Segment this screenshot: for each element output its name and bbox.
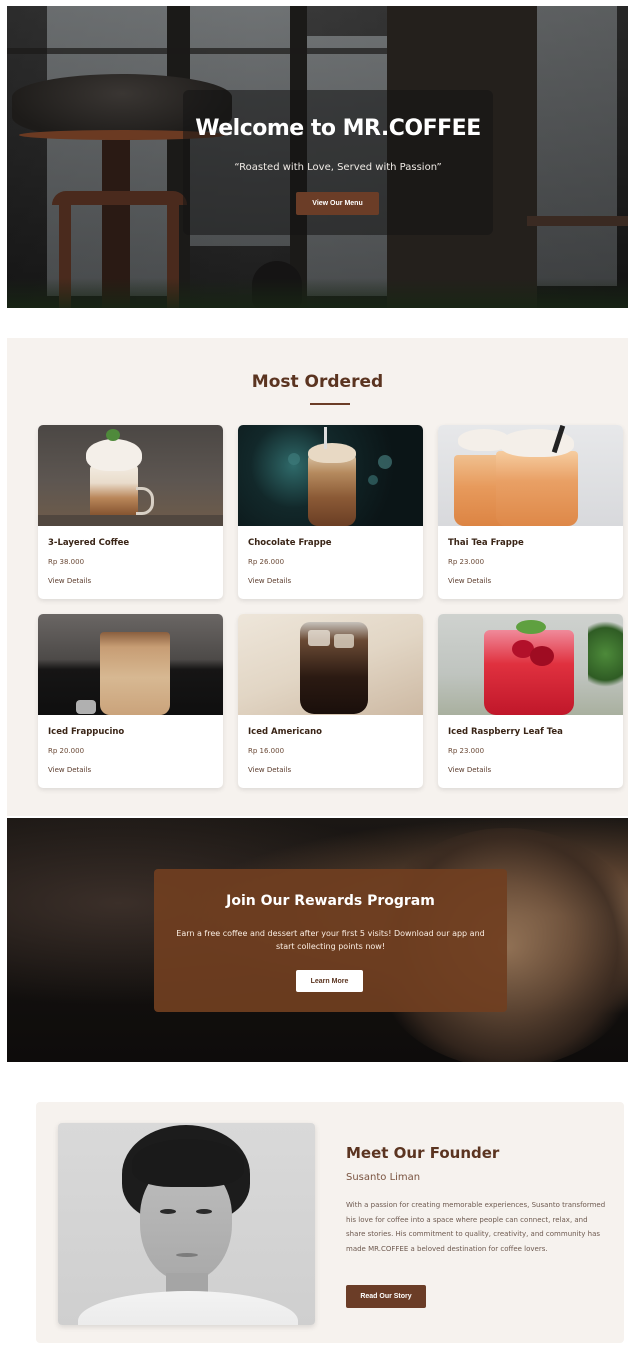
raspberry (530, 646, 554, 666)
view-details-link[interactable]: View Details (248, 766, 291, 774)
founder-fringe (132, 1139, 244, 1187)
learn-more-button[interactable]: Learn More (296, 970, 363, 992)
rewards-description: Earn a free coffee and dessert after you… (176, 929, 485, 951)
hero-title: Welcome to MR.COFFEE (195, 116, 481, 141)
rewards-section: Join Our Rewards Program Earn a free cof… (7, 818, 628, 1062)
window-frame (7, 48, 387, 54)
rewards-card: Join Our Rewards Program Earn a free cof… (154, 869, 507, 1012)
founder-mouth (176, 1253, 198, 1257)
product-price: Rp 38.000 (48, 558, 85, 566)
view-details-link[interactable]: View Details (448, 577, 491, 585)
window-frame (527, 216, 628, 226)
founder-bio: With a passion for creating memorable ex… (346, 1201, 606, 1253)
product-name: Iced Frappucino (48, 727, 125, 737)
product-price: Rp 20.000 (48, 747, 85, 755)
founder-photo (58, 1123, 315, 1325)
window-pane (537, 6, 617, 286)
product-name: Iced Americano (248, 727, 322, 737)
founder-shirt (78, 1291, 298, 1325)
ice-cube (334, 634, 354, 648)
product-image (438, 425, 623, 526)
view-menu-button[interactable]: View Our Menu (296, 192, 379, 215)
title-underline (310, 403, 350, 405)
bokeh-light (378, 455, 392, 469)
view-details-link[interactable]: View Details (448, 766, 491, 774)
founder-eye (160, 1209, 176, 1214)
product-card[interactable]: Chocolate Frappe Rp 26.000 View Details (238, 425, 423, 599)
product-price: Rp 23.000 (448, 747, 485, 755)
product-name: 3-Layered Coffee (48, 538, 130, 548)
hero-tagline: “Roasted with Love, Served with Passion” (234, 162, 442, 173)
whipped-cream (86, 439, 142, 471)
product-price: Rp 16.000 (248, 747, 285, 755)
product-price: Rp 23.000 (448, 558, 485, 566)
founder-title: Meet Our Founder (346, 1144, 500, 1162)
tea-glass (496, 451, 578, 526)
ice-cube (308, 630, 330, 646)
glass-handle (136, 487, 154, 515)
product-card[interactable]: Iced Americano Rp 16.000 View Details (238, 614, 423, 788)
view-details-link[interactable]: View Details (48, 766, 91, 774)
mint-leaf (106, 429, 120, 441)
product-name: Chocolate Frappe (248, 538, 332, 548)
whipped-cream (308, 443, 356, 463)
product-image (38, 614, 223, 715)
frappe-glass (308, 455, 356, 526)
table-surface (38, 515, 223, 526)
ice-cube (76, 700, 96, 714)
product-card[interactable]: Thai Tea Frappe Rp 23.000 View Details (438, 425, 623, 599)
mint-leaf (516, 620, 546, 634)
bokeh-light (368, 475, 378, 485)
product-card[interactable]: Iced Raspberry Leaf Tea Rp 23.000 View D… (438, 614, 623, 788)
product-name: Thai Tea Frappe (448, 538, 524, 548)
product-image (238, 425, 423, 526)
section-title: Most Ordered (251, 372, 384, 392)
frappe-glass (100, 632, 170, 715)
founder-eye (196, 1209, 212, 1214)
most-ordered-section: Most Ordered 3-Layered Coffee Rp 38.000 … (7, 338, 628, 816)
product-image (438, 614, 623, 715)
bokeh-light (288, 453, 300, 465)
view-details-link[interactable]: View Details (248, 577, 291, 585)
product-price: Rp 26.000 (248, 558, 285, 566)
founder-section: Meet Our Founder Susanto Liman With a pa… (36, 1102, 624, 1343)
product-image (238, 614, 423, 715)
hero-overlay: Welcome to MR.COFFEE “Roasted with Love,… (183, 90, 493, 235)
product-card[interactable]: Iced Frappucino Rp 20.000 View Details (38, 614, 223, 788)
read-our-story-button[interactable]: Read Our Story (346, 1285, 426, 1308)
straw (324, 427, 327, 449)
plants (7, 278, 628, 308)
view-details-link[interactable]: View Details (48, 577, 91, 585)
rewards-title: Join Our Rewards Program (226, 893, 435, 909)
product-name: Iced Raspberry Leaf Tea (448, 727, 563, 737)
hero-section: Welcome to MR.COFFEE “Roasted with Love,… (7, 6, 628, 308)
product-card[interactable]: 3-Layered Coffee Rp 38.000 View Details (38, 425, 223, 599)
founder-name: Susanto Liman (346, 1172, 421, 1183)
product-image (38, 425, 223, 526)
plant-leaves (588, 614, 623, 694)
